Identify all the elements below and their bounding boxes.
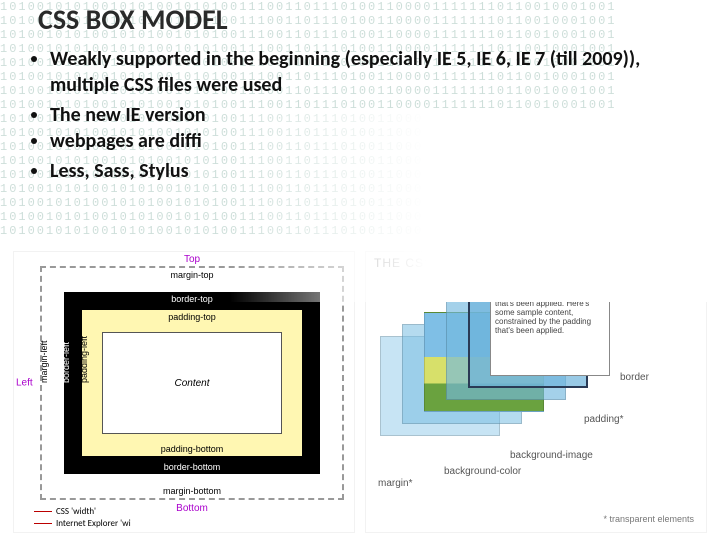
box-model-hierarchy-diagram: THE CSS BOX MODEL HIERARCHY Here's some … [366,252,706,532]
label-bottom: Bottom [176,503,208,514]
legend-css-width: CSS 'width' [34,506,131,518]
padding-top-label: padding-top [168,312,216,322]
box-model-classic-diagram: Top Bottom Left margin-top margin-bottom… [14,252,354,532]
margin-bottom-label: margin-bottom [163,486,221,496]
border-left-label: border-left [61,342,71,383]
slide-title: CSS BOX MODEL [38,2,228,37]
label-top: Top [184,254,200,265]
hierarchy-heading: THE CSS BOX MODEL HIERARCHY [374,256,601,270]
bullet-list: Weakly supported in the beginning (espec… [20,46,700,188]
label-content: (content) [620,276,659,287]
margin-top-label: margin-top [170,270,213,280]
label-left: Left [16,378,33,389]
padding-bottom-label: padding-bottom [161,444,224,454]
slide: 1010010101001010100101010011100110111010… [0,0,720,540]
label-border: border [620,372,649,383]
layer-stack: Here's some sample content, constrained … [380,282,610,462]
border-top-label: border-top [171,294,213,304]
layer-content: Here's some sample content, constrained … [490,276,610,376]
label-bg-image: background-image [510,450,593,461]
bullet-item: Weakly supported in the beginning (espec… [50,46,700,98]
bullet-item: Less, Sass, Stylus [50,158,700,184]
content-box: Content [102,332,282,434]
margin-left-label: margin-left [39,340,49,383]
footnote: * transparent elements [603,514,694,524]
bullet-item: The new IE version [50,102,700,128]
diagram-row: Top Bottom Left margin-top margin-bottom… [14,252,706,532]
legend-ie-width: Internet Explorer 'wi [34,518,131,530]
bullet-item: webpages are diffi [50,128,700,154]
border-bottom-label: border-bottom [164,462,221,472]
padding-left-label: padding-left [79,336,89,383]
label-margin: margin* [378,478,412,489]
label-padding: padding* [584,414,623,425]
width-legend: CSS 'width' Internet Explorer 'wi [34,506,131,530]
label-bg-color: background-color [444,466,521,477]
content-label: Content [174,378,209,389]
